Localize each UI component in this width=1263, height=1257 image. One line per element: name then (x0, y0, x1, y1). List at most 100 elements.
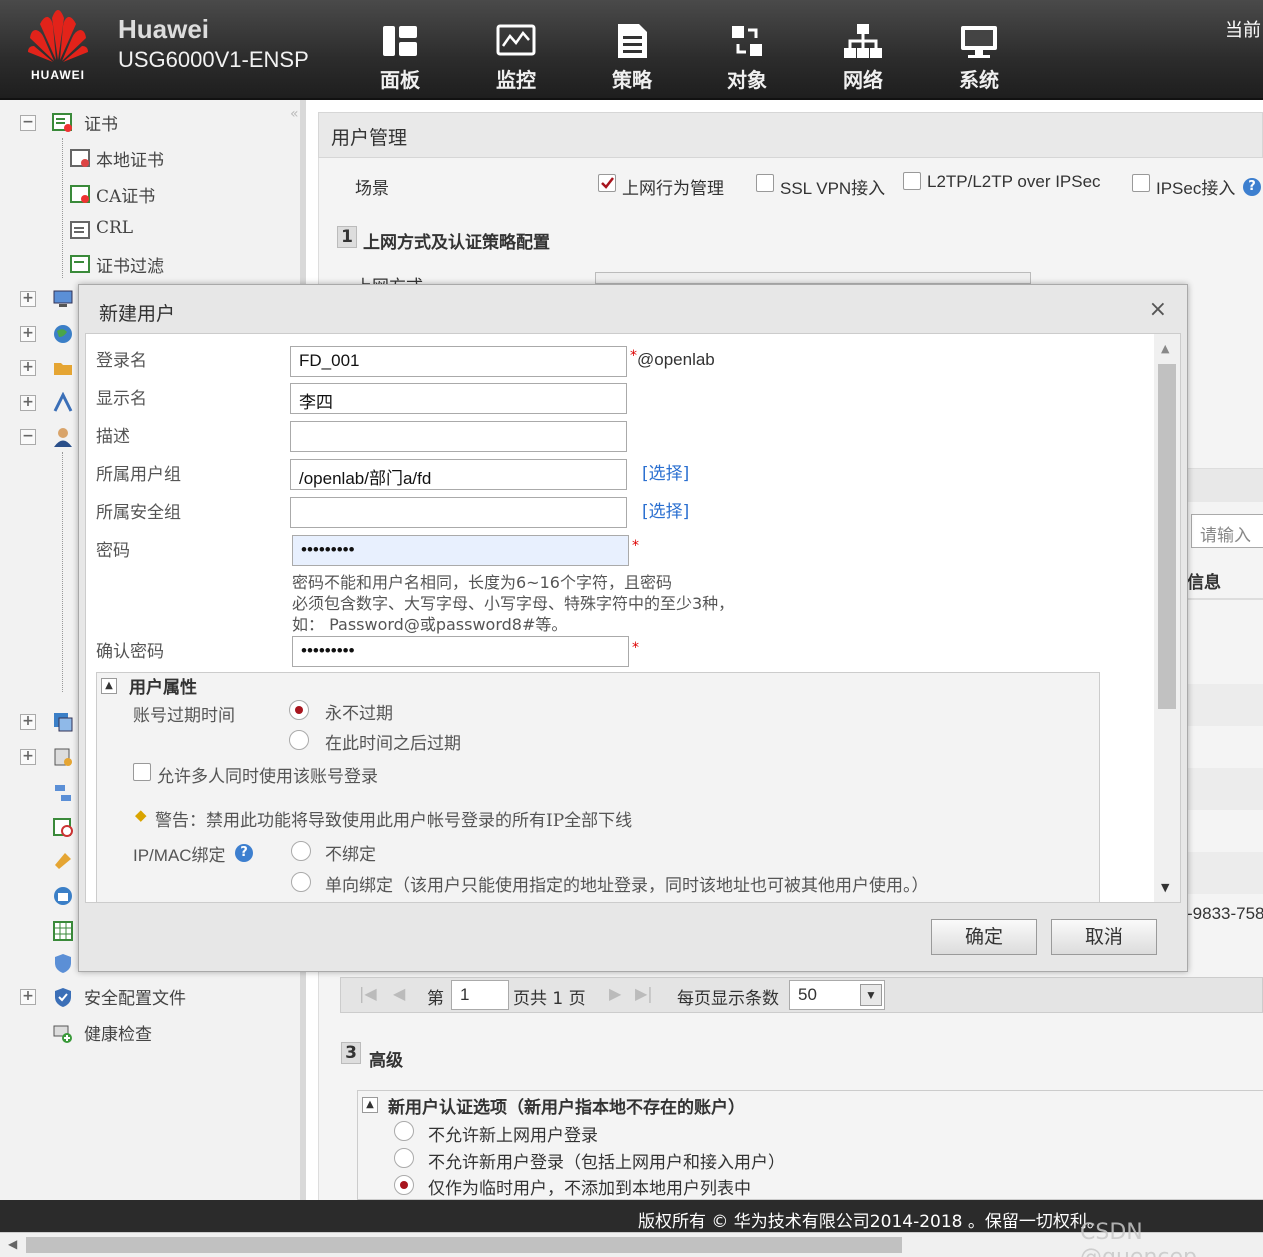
radio-deny-all[interactable] (394, 1148, 414, 1168)
last-page-icon[interactable]: ▶| (635, 984, 653, 1003)
scroll-up-icon[interactable]: ▲ (1161, 342, 1169, 355)
multi-login-label: 允许多人同时使用该账号登录 (157, 767, 378, 787)
password-hint-line2: 必须包含数字、大写字母、小写字母、特殊字符中的至少3种， (292, 594, 735, 613)
collapse-icon[interactable]: − (20, 115, 36, 131)
chevron-down-icon[interactable]: ▼ (860, 984, 882, 1006)
per-page-select[interactable]: 50 ▼ (789, 980, 885, 1010)
access-mode-select[interactable] (595, 272, 1031, 284)
user-group-input[interactable]: /openlab/部门a/fd (290, 459, 627, 490)
scroll-down-icon[interactable]: ▼ (1161, 881, 1169, 894)
tree-local-cert[interactable]: 本地证书 (0, 144, 300, 174)
nav-label: 策略 (612, 68, 652, 92)
help-icon[interactable]: ? (235, 844, 253, 862)
page-title: 用户管理 (331, 127, 408, 149)
scene-checkbox-l2tp[interactable] (903, 172, 921, 190)
ok-button[interactable]: 确定 (931, 919, 1037, 955)
login-domain-suffix: @openlab (637, 350, 715, 369)
scene-checkbox-web[interactable] (598, 174, 616, 192)
next-page-icon[interactable]: ▶ (609, 984, 621, 1003)
scrollbar-thumb[interactable] (1158, 364, 1176, 709)
select-user-group-link[interactable]: [选择] (642, 459, 689, 484)
brand-name: Huawei (118, 14, 210, 44)
expand-icon[interactable]: + (20, 749, 36, 765)
tree-ca-cert[interactable]: CA证书 (0, 180, 300, 210)
tree-health-check[interactable]: 健康检查 (0, 1018, 300, 1048)
expand-icon[interactable]: + (20, 291, 36, 307)
password-hint-line3: 如： Password@或password8#等。 (292, 615, 568, 634)
computer-icon (52, 288, 74, 310)
description-input[interactable] (290, 421, 627, 452)
top-header: HUAWEI Huawei USG6000V1-ENSP 面板 监控 策略 对象… (0, 0, 1263, 100)
table-row[interactable] (1181, 684, 1263, 726)
close-icon[interactable]: × (1149, 297, 1167, 322)
radio-no-bind[interactable] (291, 841, 311, 861)
radio-deny-web[interactable] (394, 1121, 414, 1141)
multi-login-checkbox[interactable] (133, 763, 151, 781)
confirm-password-input[interactable]: ••••••••• (292, 636, 629, 667)
radio-never-expire[interactable] (289, 700, 309, 720)
collapse-arrow-icon[interactable]: ▲ (362, 1097, 378, 1113)
network-icon (840, 22, 886, 60)
expand-icon[interactable]: + (20, 360, 36, 376)
tree-cert[interactable]: − 证书 (0, 108, 300, 138)
new-user-dialog: 新建用户 × 登录名 FD_001 * @openlab 显示名 李四 描述 所… (78, 284, 1188, 972)
dialog-title: 新建用户 (99, 303, 176, 325)
windows-icon (52, 711, 74, 733)
expand-icon[interactable]: + (20, 395, 36, 411)
per-page-label: 每页显示条数 (677, 989, 779, 1009)
tree-security-profile[interactable]: + 安全配置文件 (0, 982, 300, 1012)
login-label: 登录名 (96, 351, 147, 371)
collapse-arrow-icon[interactable]: ▲ (101, 678, 117, 694)
expand-icon[interactable]: + (20, 326, 36, 342)
expand-icon[interactable]: + (20, 989, 36, 1005)
object-icon (724, 22, 770, 60)
huawei-logo: HUAWEI (22, 8, 94, 88)
collapse-icon[interactable]: − (20, 429, 36, 445)
required-mark: * (632, 640, 639, 656)
scrollbar-thumb[interactable] (26, 1237, 902, 1253)
radio-one-way-bind[interactable] (291, 872, 311, 892)
user-attributes-panel: ▲ 用户属性 账号过期时间 永不过期 在此时间之后过期 允许多人同时使用该账号登… (96, 672, 1100, 902)
link-icon (52, 782, 74, 804)
required-mark: * (630, 348, 637, 364)
nav-dashboard[interactable]: 面板 (360, 22, 440, 93)
cancel-button[interactable]: 取消 (1051, 919, 1157, 955)
scroll-left-icon[interactable]: ◀ (8, 1237, 17, 1251)
nav-label: 网络 (843, 68, 883, 92)
section-title: 高级 (369, 1051, 403, 1071)
login-name-input[interactable]: FD_001 (290, 346, 627, 377)
cert-filter-icon (70, 254, 92, 276)
security-group-input[interactable] (290, 497, 627, 528)
table-row[interactable] (1181, 768, 1263, 810)
radio-expire-after[interactable] (289, 730, 309, 750)
horizontal-scrollbar[interactable]: ◀ (0, 1232, 1263, 1257)
display-name-input[interactable]: 李四 (290, 383, 627, 414)
nav-network[interactable]: 网络 (823, 22, 903, 93)
system-icon (956, 22, 1002, 60)
section-title: 上网方式及认证策略配置 (363, 233, 550, 253)
scene-checkbox-sslvpn[interactable] (756, 174, 774, 192)
brand: Huawei USG6000V1-ENSP (118, 14, 309, 73)
dialog-scrollbar[interactable]: ▲ ▼ (1154, 334, 1180, 902)
nav-policy[interactable]: 策略 (592, 22, 672, 93)
tree-crl[interactable]: CRL (0, 216, 300, 246)
radio-label: 不允许新用户登录（包括上网用户和接入用户） (428, 1153, 785, 1173)
select-security-group-link[interactable]: [选择] (642, 497, 689, 522)
table-row[interactable] (1181, 852, 1263, 894)
nav-monitor[interactable]: 监控 (476, 22, 556, 93)
prev-page-icon[interactable]: ◀ (393, 984, 405, 1003)
radio-label: 永不过期 (325, 704, 393, 724)
nav-object[interactable]: 对象 (707, 22, 787, 93)
password-label: 密码 (96, 541, 130, 561)
nav-system[interactable]: 系统 (939, 22, 1019, 93)
search-input[interactable]: 请输入 (1191, 514, 1263, 548)
page-number-input[interactable]: 1 (451, 980, 509, 1010)
scene-checkbox-ipsec[interactable] (1132, 174, 1150, 192)
help-icon[interactable]: ? (1243, 178, 1261, 196)
password-input[interactable]: ••••••••• (292, 535, 629, 566)
expand-icon[interactable]: + (20, 714, 36, 730)
radio-label: 不绑定 (325, 845, 376, 865)
first-page-icon[interactable]: |◀ (359, 984, 377, 1003)
radio-temp-user[interactable] (394, 1175, 414, 1195)
tree-cert-filter[interactable]: 证书过滤 (0, 250, 300, 280)
